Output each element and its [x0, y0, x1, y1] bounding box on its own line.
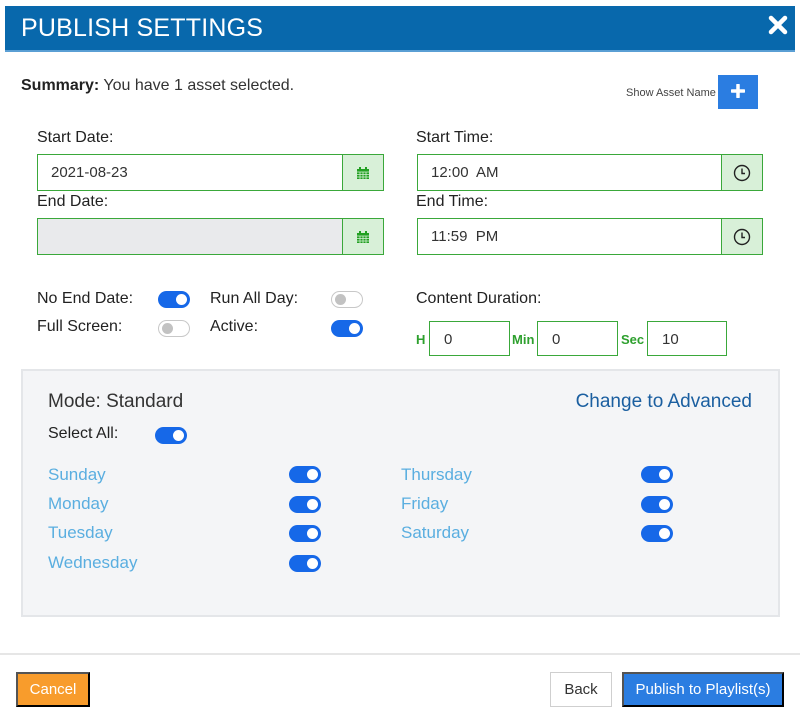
end-time-label: End Time:	[416, 193, 489, 210]
show-asset-name-button[interactable]	[718, 75, 758, 109]
end-date-picker-button[interactable]	[342, 219, 383, 254]
no-end-date-label: No End Date:	[37, 290, 134, 307]
change-to-advanced-link[interactable]: Change to Advanced	[576, 391, 752, 413]
summary-label: Summary:	[21, 77, 100, 94]
day-label-tuesday: Tuesday	[48, 523, 113, 542]
start-date-label: Start Date:	[37, 129, 114, 146]
end-date-field	[37, 218, 384, 255]
run-all-day-label: Run All Day:	[210, 290, 299, 307]
end-time-picker-button[interactable]	[721, 219, 762, 254]
start-time-input[interactable]: 12:00 AM	[418, 155, 721, 190]
back-button[interactable]: Back	[550, 672, 612, 707]
start-time-label: Start Time:	[416, 129, 494, 146]
schedule-panel: Mode: Standard Change to Advanced Select…	[21, 369, 780, 617]
minutes-input[interactable]: 0	[537, 321, 618, 356]
start-date-input[interactable]: 2021-08-23	[38, 155, 342, 190]
day-toggle-friday[interactable]	[641, 496, 673, 513]
hours-label: H	[416, 332, 426, 347]
day-toggle-wednesday[interactable]	[289, 555, 321, 572]
close-icon	[768, 15, 788, 35]
cancel-button[interactable]: Cancel	[16, 672, 90, 707]
calendar-icon	[357, 230, 369, 243]
day-toggle-tuesday[interactable]	[289, 525, 321, 542]
end-date-input	[38, 219, 342, 254]
publish-button[interactable]: Publish to Playlist(s)	[622, 672, 784, 707]
dialog-title: PUBLISH SETTINGS	[21, 14, 264, 42]
day-toggle-monday[interactable]	[289, 496, 321, 513]
day-label-sunday: Sunday	[48, 465, 106, 484]
hours-input[interactable]: 0	[429, 321, 510, 356]
select-all-toggle[interactable]	[155, 427, 187, 444]
day-label-saturday: Saturday	[401, 523, 470, 542]
end-time-field[interactable]: 11:59 PM	[417, 218, 763, 255]
minutes-label: Min	[512, 332, 535, 347]
day-toggle-saturday[interactable]	[641, 525, 673, 542]
run-all-day-toggle[interactable]	[331, 291, 363, 308]
active-toggle[interactable]	[331, 320, 363, 337]
start-time-picker-button[interactable]	[721, 155, 762, 190]
day-label-monday: Monday	[48, 494, 109, 513]
clock-icon	[733, 164, 751, 181]
active-label: Active:	[210, 318, 259, 335]
seconds-label: Sec	[621, 332, 645, 347]
day-label-wednesday: Wednesday	[48, 553, 138, 572]
select-all-label: Select All:	[48, 425, 119, 442]
start-time-field[interactable]: 12:00 AM	[417, 154, 763, 191]
day-toggle-sunday[interactable]	[289, 466, 321, 483]
day-label-thursday: Thursday	[401, 465, 472, 484]
end-date-label: End Date:	[37, 193, 109, 210]
summary: Summary: You have 1 asset selected.	[21, 77, 294, 95]
seconds-input[interactable]: 10	[647, 321, 727, 356]
start-date-field[interactable]: 2021-08-23	[37, 154, 384, 191]
clock-icon	[733, 228, 751, 245]
close-button[interactable]	[767, 14, 789, 36]
summary-text: You have 1 asset selected.	[103, 77, 295, 94]
day-label-friday: Friday	[401, 494, 449, 513]
end-time-input[interactable]: 11:59 PM	[418, 219, 721, 254]
plus-icon	[730, 82, 746, 99]
full-screen-toggle[interactable]	[158, 320, 190, 337]
day-toggle-thursday[interactable]	[641, 466, 673, 483]
show-asset-name-label: Show Asset Name	[626, 87, 716, 99]
content-duration-label: Content Duration:	[416, 290, 542, 307]
no-end-date-toggle[interactable]	[158, 291, 190, 308]
dialog-header: PUBLISH SETTINGS	[5, 6, 795, 52]
mode-label: Mode: Standard	[48, 391, 184, 412]
footer-divider	[0, 653, 800, 655]
start-date-picker-button[interactable]	[342, 155, 383, 190]
calendar-icon	[357, 166, 369, 179]
full-screen-label: Full Screen:	[37, 318, 123, 335]
